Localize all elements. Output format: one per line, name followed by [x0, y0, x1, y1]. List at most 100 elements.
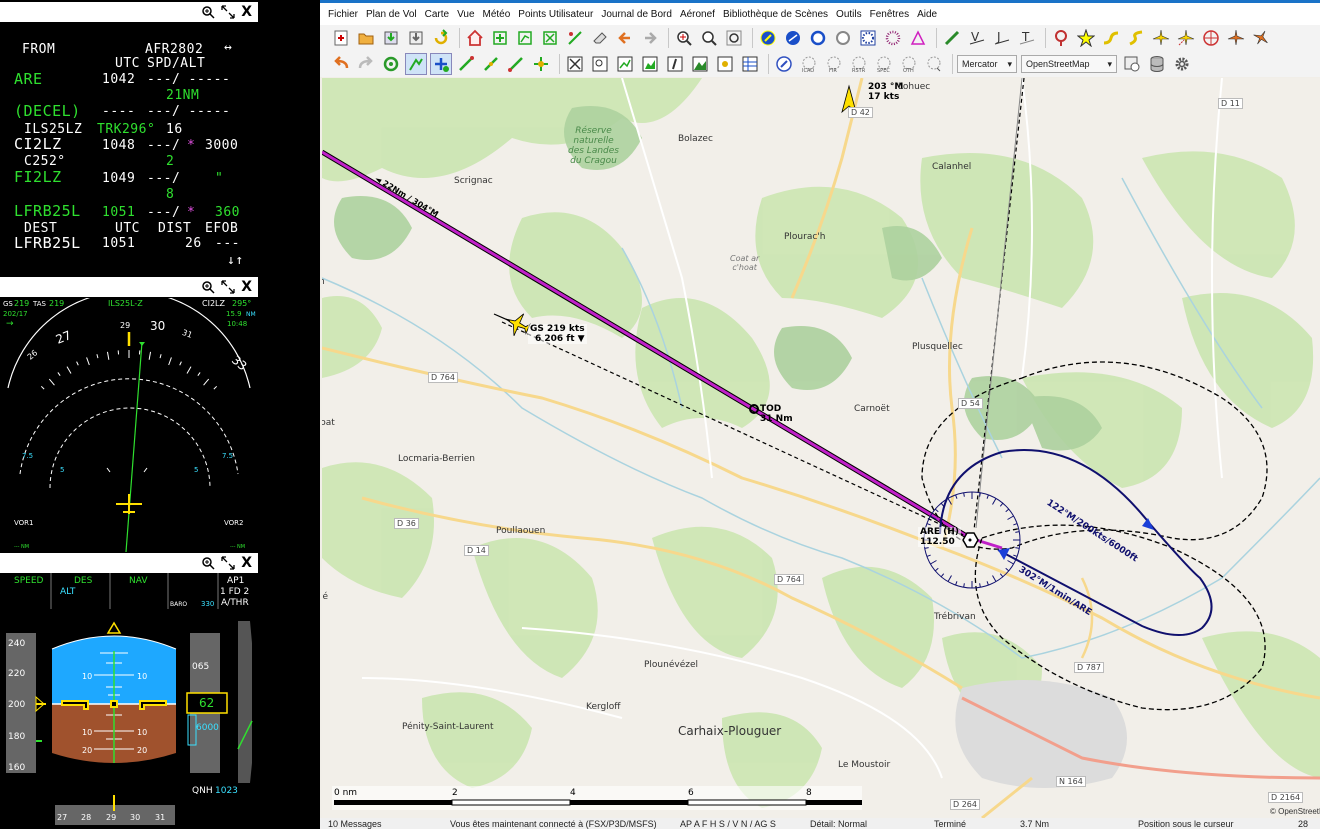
- ai-ship-icon[interactable]: [1250, 27, 1272, 49]
- airport-empty-icon[interactable]: [832, 27, 854, 49]
- save-icon[interactable]: [380, 27, 402, 49]
- reload-icon[interactable]: [430, 27, 452, 49]
- menu-11[interactable]: Aide: [917, 9, 945, 20]
- mcdu-wp-fi2lz[interactable]: FI2LZ: [14, 168, 62, 186]
- airway-low-icon[interactable]: [941, 27, 963, 49]
- vor-symbol-icon[interactable]: [857, 27, 879, 49]
- menu-2[interactable]: Carte: [425, 9, 457, 20]
- expand-icon[interactable]: [221, 280, 235, 294]
- airport-filter-icon[interactable]: [807, 27, 829, 49]
- settings-gear-icon[interactable]: [1171, 53, 1193, 75]
- grid-cross-icon[interactable]: [564, 53, 586, 75]
- vor-filter-icon[interactable]: [757, 27, 779, 49]
- user-point-icon[interactable]: [1050, 27, 1072, 49]
- direct-route-icon[interactable]: [564, 27, 586, 49]
- close-icon[interactable]: X: [241, 5, 252, 19]
- undo-icon[interactable]: [330, 53, 352, 75]
- save-as-icon[interactable]: [405, 27, 427, 49]
- aircraft-trail-icon[interactable]: [1175, 27, 1197, 49]
- close-icon[interactable]: X: [241, 280, 252, 294]
- mcdu-wp-ci2lz[interactable]: CI2LZ: [14, 135, 62, 153]
- sun-shade-icon[interactable]: [714, 53, 736, 75]
- mcdu-dist-21nm: 21NM: [166, 88, 200, 103]
- icao-airspace-icon[interactable]: ICAO: [798, 53, 820, 75]
- pfd-fma-athr: A/THR: [221, 598, 249, 608]
- map-theme-select[interactable]: OpenStreetMap ▾: [1021, 55, 1117, 73]
- terrain-icon[interactable]: [689, 53, 711, 75]
- expand-icon[interactable]: [221, 556, 235, 570]
- menu-6[interactable]: Journal de Bord: [601, 9, 680, 20]
- menu-3[interactable]: Vue: [457, 9, 482, 20]
- pointer-cross-icon[interactable]: [530, 53, 552, 75]
- add-waypoint-icon[interactable]: [489, 27, 511, 49]
- zoom-out-icon[interactable]: [698, 27, 720, 49]
- add-user-point-icon[interactable]: [430, 53, 452, 75]
- home-icon[interactable]: [464, 27, 486, 49]
- map-urban-carhaix: [955, 680, 1127, 788]
- zoom-fit-icon[interactable]: [723, 27, 745, 49]
- route-draw-icon[interactable]: [455, 53, 477, 75]
- map-table-icon[interactable]: [739, 53, 761, 75]
- erase-icon[interactable]: [589, 27, 611, 49]
- track-alt-icon[interactable]: [1125, 27, 1147, 49]
- database-icon[interactable]: [1146, 53, 1168, 75]
- chart-area-icon[interactable]: [639, 53, 661, 75]
- route-draw2-icon[interactable]: [480, 53, 502, 75]
- expand-icon[interactable]: [221, 5, 235, 19]
- zoom-icon[interactable]: [201, 556, 215, 570]
- route-tool-icon[interactable]: [514, 27, 536, 49]
- track-icon[interactable]: [1100, 27, 1122, 49]
- zoom-in-icon[interactable]: [673, 27, 695, 49]
- compass-icon[interactable]: [773, 53, 795, 75]
- menu-0[interactable]: Fichier: [328, 9, 366, 20]
- compass-rose-icon[interactable]: [1200, 27, 1222, 49]
- text-tool-icon[interactable]: [664, 53, 686, 75]
- map-forward-icon[interactable]: [639, 27, 661, 49]
- redo-icon[interactable]: [355, 53, 377, 75]
- mcdu-wp-lfrb25l[interactable]: LFRB25L: [14, 202, 81, 220]
- projection-select[interactable]: Mercator ▾: [957, 55, 1017, 73]
- status-messages[interactable]: 10 Messages: [328, 819, 382, 829]
- ndb-symbol-icon[interactable]: [882, 27, 904, 49]
- menu-9[interactable]: Outils: [836, 9, 870, 20]
- map-back-icon[interactable]: [614, 27, 636, 49]
- menu-1[interactable]: Plan de Vol: [366, 9, 425, 20]
- mcdu-wp-decel[interactable]: (DECEL): [14, 102, 81, 120]
- menu-5[interactable]: Points Utilisateur: [518, 9, 601, 20]
- map-canvas[interactable]: [322, 78, 1320, 818]
- mcdu-scroll-arrows-icon[interactable]: ↓↑: [227, 253, 244, 268]
- menu-10[interactable]: Fenêtres: [870, 9, 917, 20]
- search-map-icon[interactable]: [589, 53, 611, 75]
- special-airspace-icon[interactable]: SPEC: [873, 53, 895, 75]
- ai-aircraft-icon[interactable]: [1225, 27, 1247, 49]
- map-details-icon[interactable]: [1121, 53, 1143, 75]
- menu-7[interactable]: Aéronef: [680, 9, 723, 20]
- chart-line-icon[interactable]: [614, 53, 636, 75]
- menu-8[interactable]: Bibliothèque de Scènes: [723, 9, 836, 20]
- restricted-airspace-icon[interactable]: RSTR: [848, 53, 870, 75]
- measure-tool-icon[interactable]: [405, 53, 427, 75]
- new-flightplan-icon[interactable]: [330, 27, 352, 49]
- close-icon[interactable]: X: [241, 556, 252, 570]
- zoom-icon[interactable]: [201, 280, 215, 294]
- airway-j-icon[interactable]: J: [991, 27, 1013, 49]
- map-view[interactable]: 203 °M 17 kts GS 219 kts 6 206 ft ▼ TOD 31 …: [322, 78, 1320, 818]
- route-draw3-icon[interactable]: [505, 53, 527, 75]
- ndb-filter-icon[interactable]: [782, 27, 804, 49]
- open-folder-icon[interactable]: [355, 27, 377, 49]
- aircraft-center-icon[interactable]: [1150, 27, 1172, 49]
- waypoint-triangle-icon[interactable]: [907, 27, 929, 49]
- mcdu-dest-wp[interactable]: LFRB25L: [14, 234, 81, 252]
- airway-v-icon[interactable]: V: [966, 27, 988, 49]
- airspace-menu-icon[interactable]: [923, 53, 945, 75]
- fir-airspace-icon[interactable]: FIR: [823, 53, 845, 75]
- calc-route-icon[interactable]: [539, 27, 561, 49]
- mcdu-arrows-icon[interactable]: ↔: [224, 40, 232, 55]
- mcdu-wp-are[interactable]: ARE: [14, 70, 43, 88]
- favorite-star-icon[interactable]: [1075, 27, 1097, 49]
- airway-t-icon[interactable]: T: [1016, 27, 1038, 49]
- zoom-icon[interactable]: [201, 5, 215, 19]
- menu-4[interactable]: Météo: [483, 9, 519, 20]
- other-airspace-icon[interactable]: OTH: [898, 53, 920, 75]
- refresh-map-icon[interactable]: [380, 53, 402, 75]
